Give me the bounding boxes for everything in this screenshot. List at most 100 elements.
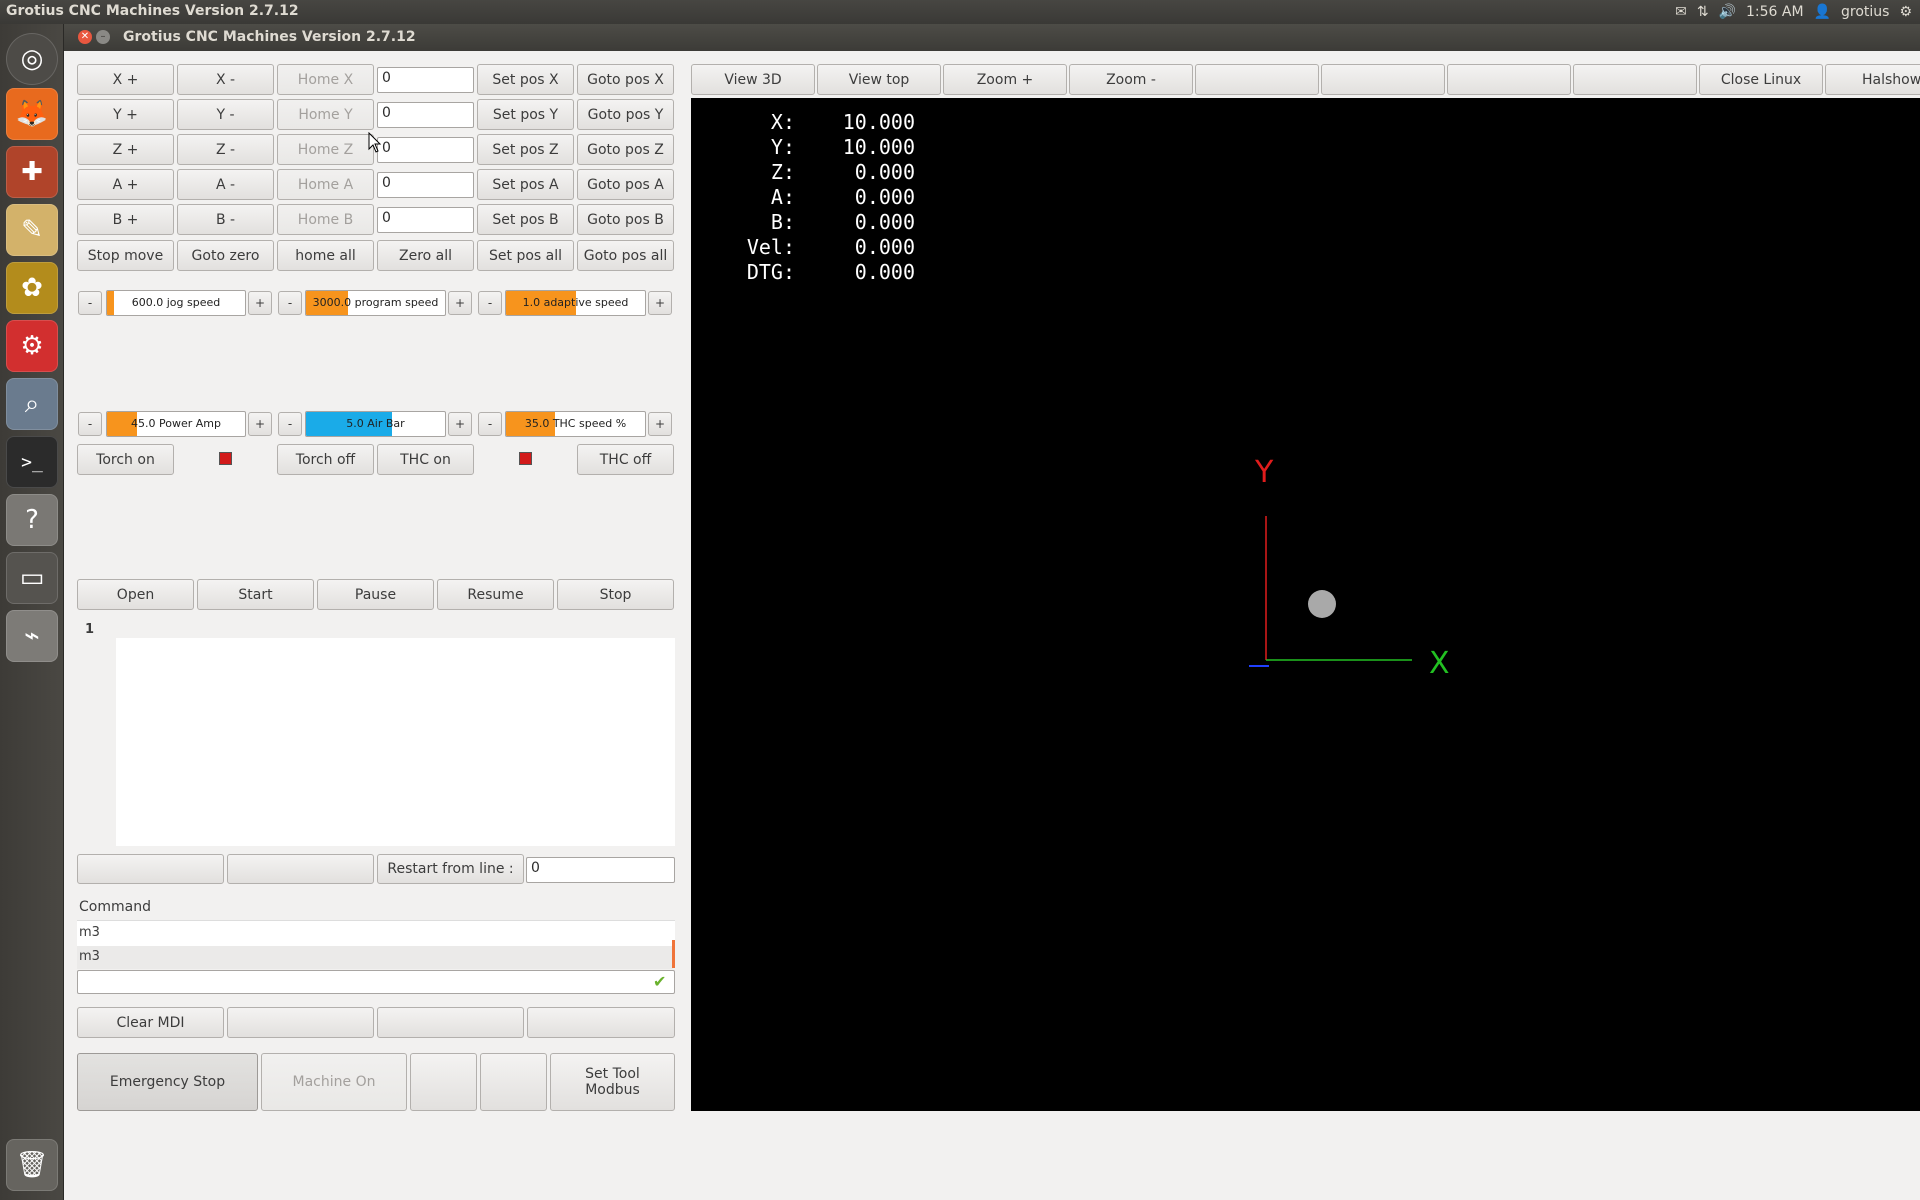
- view-top-button[interactable]: View top: [817, 64, 941, 95]
- emergency-stop-button[interactable]: Emergency Stop: [77, 1053, 258, 1111]
- clear-mdi-button[interactable]: Clear MDI: [77, 1007, 224, 1038]
- mdi-history-list[interactable]: m3 m3: [77, 920, 675, 969]
- b-position-input[interactable]: 0: [377, 207, 474, 233]
- stop-button[interactable]: Stop: [557, 579, 674, 610]
- firefox-icon[interactable]: 🦊: [6, 88, 58, 140]
- blank-toolbar-button-4[interactable]: [1573, 64, 1697, 95]
- blank-button-6[interactable]: [410, 1053, 477, 1111]
- close-icon[interactable]: ✕: [78, 30, 92, 44]
- y-minus-button[interactable]: Y -: [177, 99, 274, 130]
- blank-button-4[interactable]: [377, 1007, 524, 1038]
- stop-move-button[interactable]: Stop move: [77, 240, 174, 271]
- text-editor-icon[interactable]: ✎: [6, 204, 58, 256]
- 3d-viewport[interactable]: X: 10.000 Y: 10.000 Z: 0.000 A: 0.000 B: 0.000 Vel…: [691, 98, 1920, 1111]
- halshow-button[interactable]: Halshow: [1825, 64, 1920, 95]
- zero-all-button[interactable]: Zero all: [377, 240, 474, 271]
- minimize-icon[interactable]: –: [96, 30, 110, 44]
- home-all-button[interactable]: home all: [277, 240, 374, 271]
- trash-icon[interactable]: 🗑: [6, 1139, 58, 1191]
- blank-button-5[interactable]: [527, 1007, 675, 1038]
- z-minus-button[interactable]: Z -: [177, 134, 274, 165]
- check-icon[interactable]: ✔: [653, 972, 666, 991]
- power-amp-minus-button[interactable]: -: [78, 412, 102, 436]
- set-pos-all-button[interactable]: Set pos all: [477, 240, 574, 271]
- blank-button-7[interactable]: [480, 1053, 547, 1111]
- set-pos-a-button[interactable]: Set pos A: [477, 169, 574, 200]
- mdi-history-item-selected[interactable]: m3: [77, 946, 673, 969]
- view-3d-button[interactable]: View 3D: [691, 64, 815, 95]
- home-x-button[interactable]: Home X: [277, 64, 374, 95]
- set-pos-y-button[interactable]: Set pos Y: [477, 99, 574, 130]
- gear-icon[interactable]: ⚙: [1899, 4, 1912, 20]
- zoom-in-button[interactable]: Zoom +: [943, 64, 1067, 95]
- gcode-text-area[interactable]: [116, 638, 675, 846]
- power-amp-slider[interactable]: 45.0 Power Amp: [106, 411, 246, 437]
- air-bar-slider[interactable]: 5.0 Air Bar: [305, 411, 446, 437]
- air-bar-plus-button[interactable]: +: [448, 412, 472, 436]
- graphics-icon[interactable]: ✿: [6, 262, 58, 314]
- jog-speed-minus-button[interactable]: -: [78, 291, 102, 315]
- goto-pos-all-button[interactable]: Goto pos all: [577, 240, 674, 271]
- close-linux-button[interactable]: Close Linux: [1699, 64, 1823, 95]
- air-bar-minus-button[interactable]: -: [278, 412, 302, 436]
- set-tool-modbus-button[interactable]: Set Tool Modbus: [550, 1053, 675, 1111]
- machine-on-button[interactable]: Machine On: [261, 1053, 407, 1111]
- adaptive-speed-slider[interactable]: 1.0 adaptive speed: [505, 290, 646, 316]
- mail-icon[interactable]: ✉: [1675, 4, 1687, 20]
- resume-button[interactable]: Resume: [437, 579, 554, 610]
- x-position-input[interactable]: 0: [377, 67, 474, 93]
- power-amp-plus-button[interactable]: +: [248, 412, 272, 436]
- program-speed-slider[interactable]: 3000.0 program speed: [305, 290, 446, 316]
- thc-on-button[interactable]: THC on: [377, 444, 474, 475]
- goto-zero-button[interactable]: Goto zero: [177, 240, 274, 271]
- help-icon[interactable]: ?: [6, 494, 58, 546]
- blank-toolbar-button-2[interactable]: [1321, 64, 1445, 95]
- program-speed-plus-button[interactable]: +: [448, 291, 472, 315]
- b-minus-button[interactable]: B -: [177, 204, 274, 235]
- mdi-command-input[interactable]: [77, 970, 675, 994]
- torch-off-button[interactable]: Torch off: [277, 444, 374, 475]
- jog-speed-slider[interactable]: 600.0 jog speed: [106, 290, 246, 316]
- adaptive-speed-plus-button[interactable]: +: [648, 291, 672, 315]
- workspace-icon[interactable]: ▭: [6, 552, 58, 604]
- home-a-button[interactable]: Home A: [277, 169, 374, 200]
- x-plus-button[interactable]: X +: [77, 64, 174, 95]
- blank-button-2[interactable]: [227, 854, 374, 884]
- settings-icon[interactable]: ⚙: [6, 320, 58, 372]
- jog-speed-plus-button[interactable]: +: [248, 291, 272, 315]
- a-plus-button[interactable]: A +: [77, 169, 174, 200]
- a-minus-button[interactable]: A -: [177, 169, 274, 200]
- clock[interactable]: 1:56 AM: [1746, 4, 1804, 20]
- user-name[interactable]: grotius: [1841, 4, 1889, 20]
- set-pos-b-button[interactable]: Set pos B: [477, 204, 574, 235]
- mdi-scrollbar[interactable]: [672, 940, 675, 968]
- restart-line-input[interactable]: 0: [526, 857, 675, 883]
- home-z-button[interactable]: Home Z: [277, 134, 374, 165]
- usb-icon[interactable]: ⌁: [6, 610, 58, 662]
- blank-button-3[interactable]: [227, 1007, 374, 1038]
- dash-icon[interactable]: ◎: [6, 33, 58, 85]
- blank-toolbar-button-1[interactable]: [1195, 64, 1319, 95]
- volume-icon[interactable]: 🔊: [1719, 4, 1736, 20]
- network-icon[interactable]: ⇅: [1697, 4, 1709, 20]
- pause-button[interactable]: Pause: [317, 579, 434, 610]
- y-position-input[interactable]: 0: [377, 102, 474, 128]
- thc-speed-minus-button[interactable]: -: [478, 412, 502, 436]
- mdi-history-item[interactable]: m3: [79, 925, 100, 940]
- start-button[interactable]: Start: [197, 579, 314, 610]
- set-pos-x-button[interactable]: Set pos X: [477, 64, 574, 95]
- goto-pos-z-button[interactable]: Goto pos Z: [577, 134, 674, 165]
- program-speed-minus-button[interactable]: -: [278, 291, 302, 315]
- z-plus-button[interactable]: Z +: [77, 134, 174, 165]
- z-position-input[interactable]: 0: [377, 137, 474, 163]
- torch-on-button[interactable]: Torch on: [77, 444, 174, 475]
- terminal-icon[interactable]: >_: [6, 436, 58, 488]
- b-plus-button[interactable]: B +: [77, 204, 174, 235]
- goto-pos-y-button[interactable]: Goto pos Y: [577, 99, 674, 130]
- thc-speed-plus-button[interactable]: +: [648, 412, 672, 436]
- gcode-editor[interactable]: 1: [77, 620, 675, 846]
- tools-icon[interactable]: ✚: [6, 146, 58, 198]
- y-plus-button[interactable]: Y +: [77, 99, 174, 130]
- home-y-button[interactable]: Home Y: [277, 99, 374, 130]
- restart-from-line-button[interactable]: Restart from line :: [377, 854, 524, 884]
